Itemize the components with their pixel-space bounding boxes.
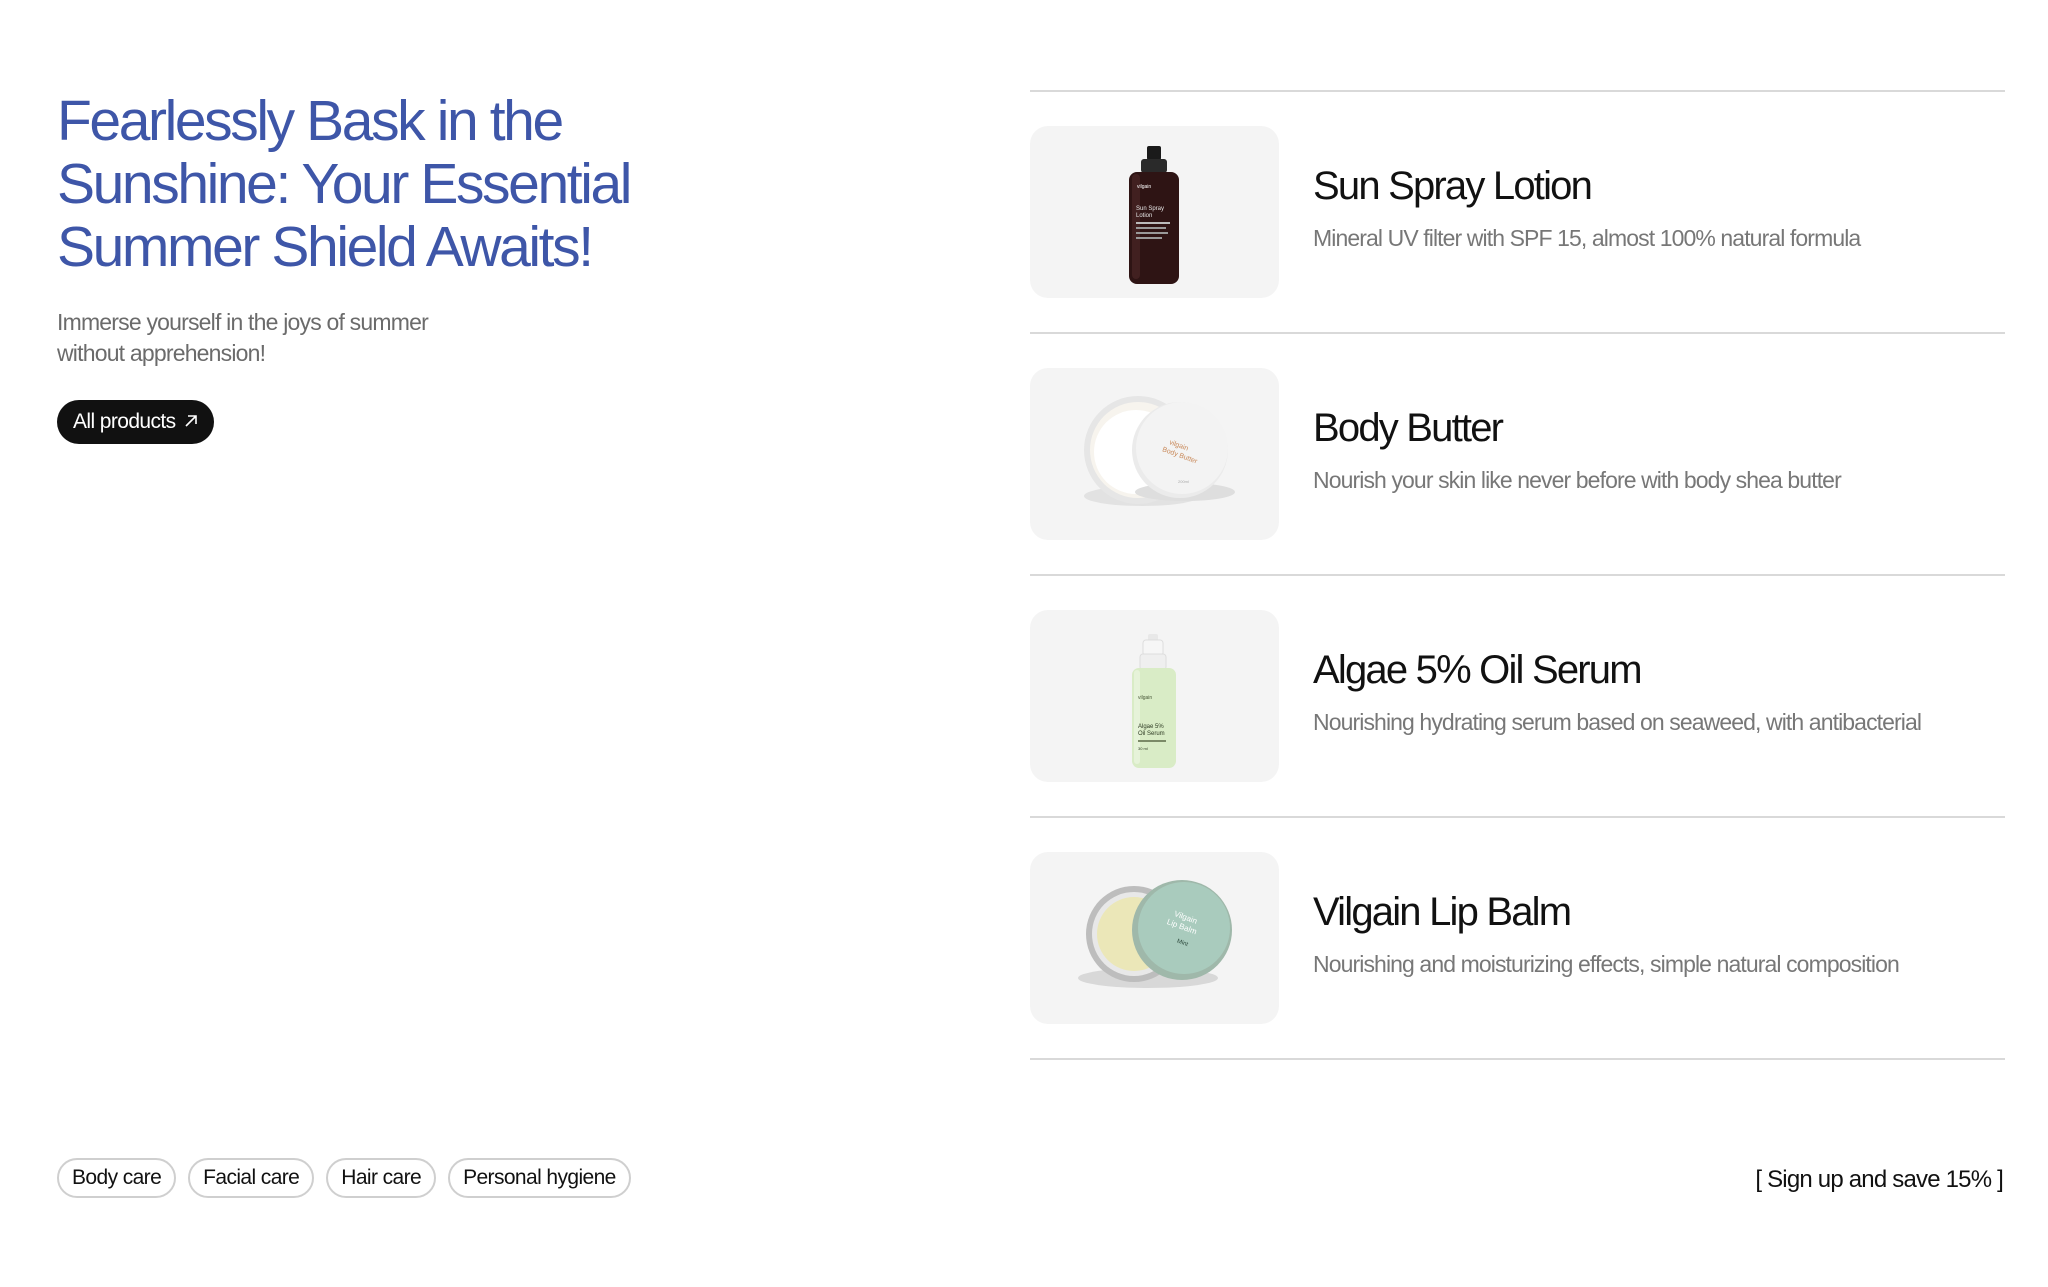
chip-body-care[interactable]: Body care (57, 1158, 177, 1198)
hero: Fearlessly Bask in the Sunshine: Your Es… (57, 90, 677, 369)
svg-text:30 ml: 30 ml (1138, 746, 1148, 751)
svg-text:Sun Spray: Sun Spray (1136, 206, 1164, 212)
product-name[interactable]: Vilgain Lip Balm (1313, 890, 1572, 935)
serum-bottle-icon: vilgain Algae 5% Oil Serum 30 ml (1132, 634, 1176, 768)
product-row[interactable]: vilgain Body Butter 200ml Body Butter No… (1030, 332, 2005, 574)
spray-brand-text: vilgain (1137, 184, 1151, 190)
product-description: Mineral UV filter with SPF 15, almost 10… (1313, 225, 1861, 251)
category-chips: Body care Facial care Hair care Personal… (57, 1158, 631, 1198)
arrow-up-right-icon (184, 410, 198, 434)
product-name[interactable]: Algae 5% Oil Serum (1313, 648, 1643, 693)
lip-balm-tin-icon: Vilgain Lip Balm Mint (1078, 880, 1232, 988)
chip-personal-hygiene[interactable]: Personal hygiene (448, 1158, 631, 1198)
svg-text:Lotion: Lotion (1136, 213, 1152, 219)
product-image[interactable]: vilgain Body Butter 200ml (1030, 368, 1279, 540)
product-name[interactable]: Sun Spray Lotion (1313, 164, 1593, 209)
chip-facial-care[interactable]: Facial care (188, 1158, 315, 1198)
svg-text:Algae 5%: Algae 5% (1138, 724, 1164, 730)
product-row[interactable]: vilgain Algae 5% Oil Serum 30 ml Algae 5… (1030, 574, 2005, 816)
product-image[interactable]: vilgain Algae 5% Oil Serum 30 ml (1030, 610, 1279, 782)
butter-jar-icon: vilgain Body Butter 200ml (1084, 396, 1235, 506)
product-name[interactable]: Body Butter (1313, 406, 1504, 451)
page-title: Fearlessly Bask in the Sunshine: Your Es… (57, 89, 632, 279)
chip-hair-care[interactable]: Hair care (326, 1158, 437, 1198)
svg-text:vilgain: vilgain (1138, 695, 1152, 701)
all-products-button[interactable]: All products (57, 400, 214, 444)
product-description: Nourishing hydrating serum based on seaw… (1313, 709, 1922, 735)
product-description: Nourishing and moisturizing effects, sim… (1313, 951, 1900, 977)
all-products-label: All products (73, 410, 176, 433)
product-image[interactable]: Vilgain Lip Balm Mint (1030, 852, 1279, 1024)
product-list: vilgain Sun Spray Lotion Sun Spray Lotio… (1030, 90, 2005, 1060)
product-row[interactable]: Vilgain Lip Balm Mint Vilgain Lip Balm N… (1030, 816, 2005, 1060)
signup-link[interactable]: [ Sign up and save 15% ] (1755, 1166, 2003, 1194)
product-image[interactable]: vilgain Sun Spray Lotion (1030, 126, 1279, 298)
svg-text:Oil Serum: Oil Serum (1138, 731, 1165, 737)
hero-subtitle: Immerse yourself in the joys of summer w… (57, 309, 429, 366)
product-description: Nourish your skin like never before with… (1313, 467, 1842, 493)
svg-text:200ml: 200ml (1178, 479, 1189, 484)
product-row[interactable]: vilgain Sun Spray Lotion Sun Spray Lotio… (1030, 90, 2005, 332)
spray-bottle-icon: vilgain Sun Spray Lotion (1129, 146, 1179, 284)
